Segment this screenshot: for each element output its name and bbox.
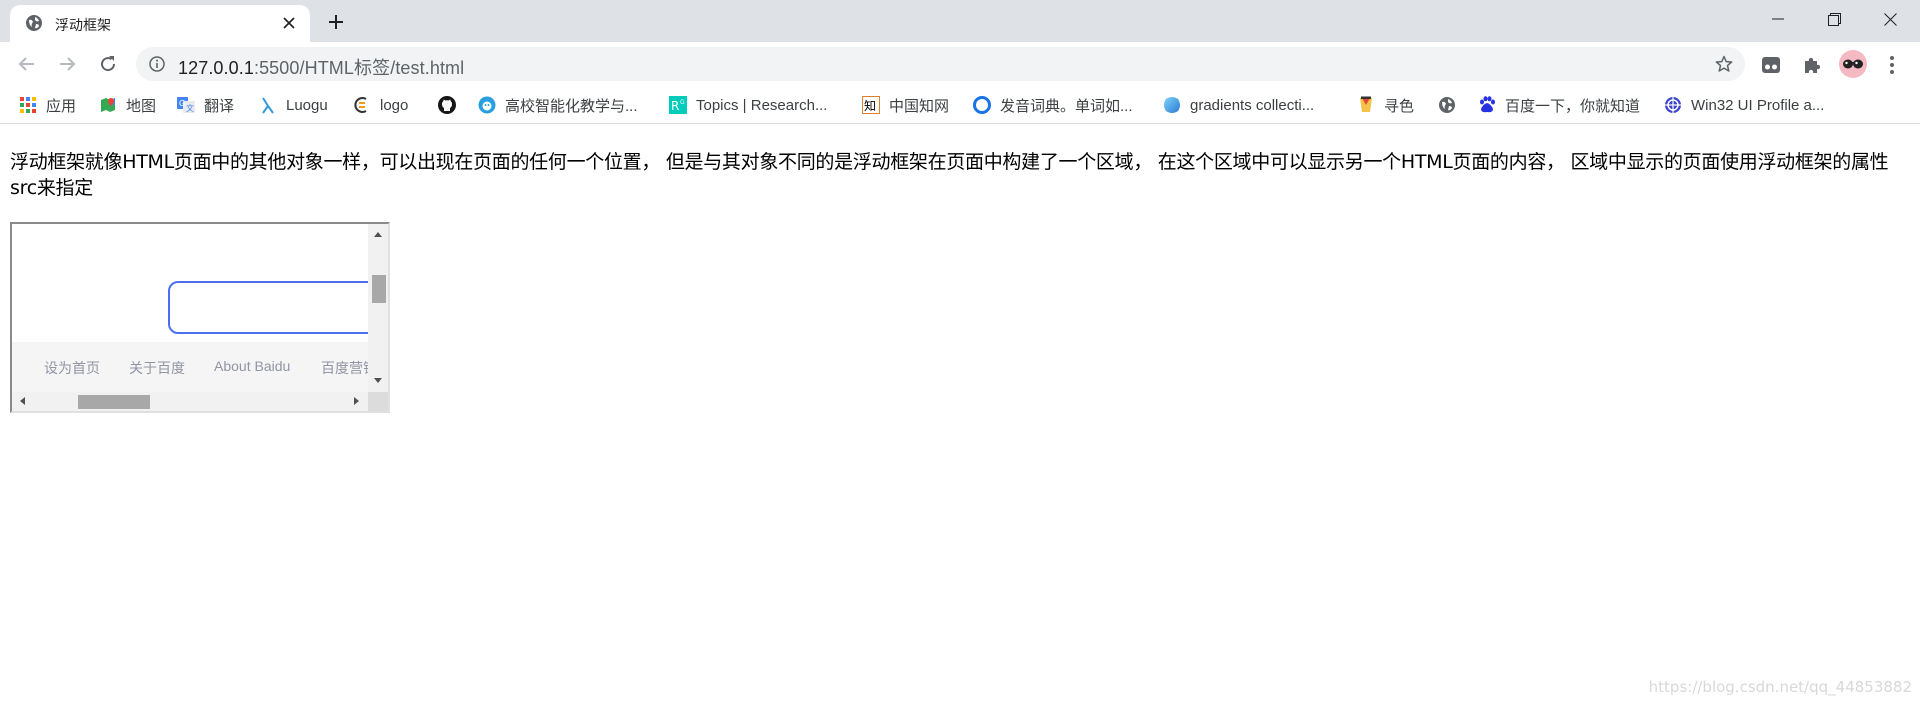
bookmarks-bar: 应用 地图 G文 翻译 Luogu logo 高校智能化教学与... R G T… <box>0 87 1920 124</box>
cnki-icon: 知 <box>862 96 880 114</box>
edu-icon <box>478 96 496 114</box>
scroll-down-arrow-icon[interactable] <box>374 378 382 383</box>
win32-icon <box>1664 96 1682 114</box>
translate-icon: G文 <box>177 96 195 114</box>
maps-icon <box>99 96 117 114</box>
bookmark-pronounce[interactable]: 发音词典。单词如... <box>973 93 1133 117</box>
iframe-horizontal-scrollbar[interactable] <box>12 392 368 411</box>
url-text[interactable]: 127.0.0.1:5500/HTML标签/test.html <box>178 54 464 80</box>
iframe-footer: 设为首页 关于百度 About Baidu 百度营销 <box>12 342 377 395</box>
bookmark-maps[interactable]: 地图 <box>99 93 156 117</box>
scroll-up-arrow-icon[interactable] <box>374 232 382 237</box>
inline-frame[interactable]: 设为首页 关于百度 About Baidu 百度营销 <box>10 222 390 413</box>
vertical-scroll-thumb[interactable] <box>372 275 386 303</box>
globe-icon <box>1438 96 1456 114</box>
bookmark-label: 寻色 <box>1384 97 1415 115</box>
iframe-link-about-baidu[interactable]: About Baidu <box>214 358 290 374</box>
bookmark-label: Win32 UI Profile a... <box>1691 96 1825 114</box>
iframe-link-set-homepage[interactable]: 设为首页 <box>44 358 100 378</box>
address-bar[interactable]: 127.0.0.1:5500/HTML标签/test.html <box>136 47 1745 81</box>
bookmark-edu[interactable]: 高校智能化教学与... <box>478 93 638 117</box>
new-tab-button[interactable] <box>322 8 350 36</box>
svg-text:知: 知 <box>864 99 876 113</box>
svg-text:G: G <box>179 99 185 108</box>
bookmark-baidu[interactable]: 百度一下，你就知道 <box>1478 93 1640 117</box>
scrollbar-corner <box>368 392 388 411</box>
bookmark-label: 高校智能化教学与... <box>505 97 638 115</box>
extensions-puzzle-icon[interactable] <box>1797 50 1827 80</box>
researchgate-icon: RG <box>669 96 687 114</box>
baidu-paw-icon <box>1478 96 1496 114</box>
bookmark-gradients[interactable]: gradients collecti... <box>1163 93 1314 117</box>
bookmark-label: 发音词典。单词如... <box>1000 97 1133 115</box>
bookmark-star-icon[interactable] <box>1715 55 1733 73</box>
page-viewport: 浮动框架就像HTML页面中的其他对象一样，可以出现在页面的任何一个位置， 但是与… <box>0 125 1920 702</box>
globe-icon <box>25 14 43 32</box>
horizontal-scroll-thumb[interactable] <box>78 395 150 409</box>
apps-grid-icon <box>19 96 37 114</box>
bookmark-label: 中国知网 <box>889 97 950 115</box>
restore-button[interactable] <box>1806 0 1862 38</box>
close-tab-icon[interactable] <box>278 12 300 34</box>
close-window-button[interactable] <box>1862 0 1918 38</box>
svg-text:文: 文 <box>186 103 194 113</box>
back-button[interactable] <box>11 48 43 80</box>
bookmark-label: 地图 <box>126 97 157 115</box>
csdn-watermark: https://blog.csdn.net/qq_44853882 <box>1648 678 1912 696</box>
tab-strip: 浮动框架 <box>0 0 1920 42</box>
bookmark-cnki[interactable]: 知 中国知网 <box>862 93 949 117</box>
bookmark-label: gradients collecti... <box>1190 96 1315 114</box>
bookmark-researchgate[interactable]: RG Topics | Research... <box>669 93 827 117</box>
bookmark-label: 翻译 <box>204 97 235 115</box>
color-icon <box>1357 96 1375 114</box>
bookmark-translate[interactable]: G文 翻译 <box>177 93 234 117</box>
description-paragraph: 浮动框架就像HTML页面中的其他对象一样，可以出现在页面的任何一个位置， 但是与… <box>10 151 1889 199</box>
media-router-icon[interactable] <box>1756 50 1786 80</box>
github-icon <box>438 96 456 114</box>
info-icon[interactable] <box>149 56 165 72</box>
profile-avatar[interactable] <box>1839 50 1867 78</box>
url-path: :5500/HTML标签/test.html <box>253 58 465 78</box>
browser-toolbar: 127.0.0.1:5500/HTML标签/test.html <box>0 42 1920 87</box>
iframe-link-about-baidu-cn[interactable]: 关于百度 <box>129 358 185 378</box>
tab-title: 浮动框架 <box>55 17 111 33</box>
url-host: 127.0.0.1 <box>178 58 254 78</box>
bookmark-apps[interactable]: 应用 <box>19 93 76 117</box>
bookmark-luogu[interactable]: Luogu <box>259 93 328 117</box>
bookmark-logo[interactable]: logo <box>353 93 408 117</box>
bookmark-github[interactable] <box>438 93 465 117</box>
luogu-icon <box>259 96 277 114</box>
bookmark-label: Luogu <box>286 96 328 114</box>
iframe-vertical-scrollbar[interactable] <box>368 224 388 392</box>
scroll-right-arrow-icon[interactable] <box>354 397 359 405</box>
browser-tab[interactable]: 浮动框架 <box>10 5 310 42</box>
bookmark-label: Topics | Research... <box>696 96 828 114</box>
forward-button[interactable] <box>51 48 83 80</box>
svg-text:G: G <box>680 99 685 106</box>
bookmark-globe[interactable] <box>1438 93 1465 117</box>
reload-button[interactable] <box>92 48 124 80</box>
bookmark-label: 应用 <box>46 97 77 115</box>
scroll-left-arrow-icon[interactable] <box>20 397 25 405</box>
svg-text:R: R <box>671 99 679 113</box>
iframe-search-input[interactable] <box>168 281 388 334</box>
bookmark-label: 百度一下，你就知道 <box>1505 97 1641 115</box>
pronounce-icon <box>973 96 991 114</box>
bookmark-win32[interactable]: Win32 UI Profile a... <box>1664 93 1824 117</box>
bookmark-color[interactable]: 寻色 <box>1357 93 1414 117</box>
menu-kebab-icon[interactable] <box>1877 50 1907 80</box>
gradient-icon <box>1163 96 1181 114</box>
logo-icon <box>353 96 371 114</box>
minimize-button[interactable] <box>1750 0 1806 38</box>
bookmark-label: logo <box>380 96 409 114</box>
